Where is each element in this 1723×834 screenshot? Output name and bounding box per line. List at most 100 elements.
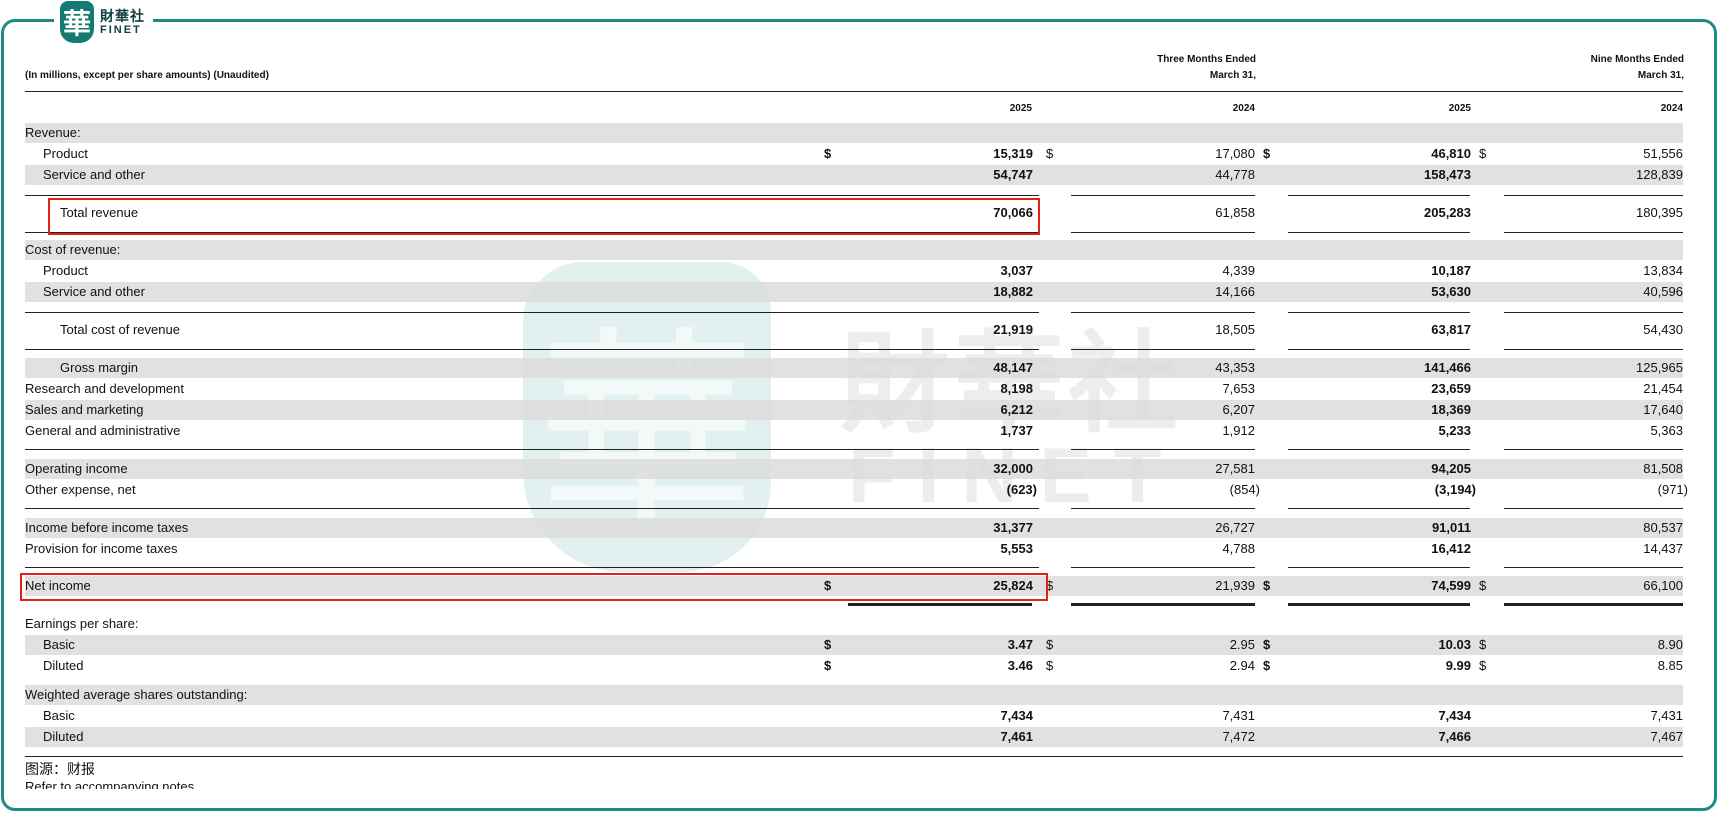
year-col-2: 2024 [1232, 103, 1255, 114]
year-col-1: 2025 [1009, 103, 1032, 114]
value-cell: 141,466 [1424, 360, 1471, 375]
value-cell: 91,011 [1431, 520, 1471, 535]
value-cell: 128,839 [1636, 167, 1683, 182]
nine-months-date: March 31, [1637, 70, 1684, 81]
dollar-sign: $ [824, 658, 832, 673]
nine-months-heading: Nine Months Ended [1590, 54, 1684, 65]
value-cell: 18,882 [993, 284, 1033, 299]
value-cell: 7,653 [1222, 381, 1255, 396]
rule-opex-c3 [1288, 449, 1470, 450]
value-cell: 8,198 [1000, 381, 1033, 396]
year-col-3: 2025 [1448, 103, 1471, 114]
value-cell: 9.99 [1445, 658, 1471, 673]
row-label: General and administrative [25, 423, 181, 438]
table-row: General and administrative 1,737 1,912 5,23… [25, 421, 1683, 441]
value-cell: 27,581 [1215, 461, 1255, 476]
value-cell: 8.90 [1657, 637, 1683, 652]
value-cell: 7,461 [1000, 729, 1033, 744]
rule-total-revenue-top-c2 [1071, 195, 1255, 196]
value-cell: 7,466 [1438, 729, 1471, 744]
dollar-sign: $ [824, 637, 832, 652]
value-cell: 31,377 [993, 520, 1033, 535]
rule-total-revenue-top-c4 [1504, 195, 1683, 196]
value-cell: 63,817 [1431, 322, 1471, 337]
value-cell: 32,000 [993, 461, 1033, 476]
rule-total-revenue-bottom-c2 [1071, 232, 1255, 233]
value-cell: 54,747 [993, 167, 1033, 182]
value-cell: 4,339 [1222, 263, 1255, 278]
rule-cost-bottom-c1 [25, 349, 1039, 350]
value-cell: 40,596 [1643, 284, 1683, 299]
value-cell: 10.03 [1438, 637, 1471, 652]
dollar-sign: $ [1263, 637, 1271, 652]
row-label: Provision for income taxes [25, 541, 178, 556]
row-label: Earnings per share: [25, 616, 139, 631]
value-cell: 5,233 [1438, 423, 1471, 438]
value-cell: 17,640 [1643, 402, 1683, 417]
value-cell: 4,788 [1222, 541, 1255, 556]
value-cell: 15,319 [993, 146, 1033, 161]
value-cell: 5,553 [1000, 541, 1033, 556]
table-row: Cost of revenue: [25, 240, 1683, 260]
rule-cost-top-c2 [1071, 312, 1255, 313]
rule-cost-top-c4 [1504, 312, 1683, 313]
value-cell: 74,599 [1431, 578, 1471, 593]
value-cell: 14,437 [1643, 541, 1683, 556]
rule-tax-c3 [1288, 567, 1470, 568]
row-label: Income before income taxes [25, 520, 189, 535]
three-months-date: March 31, [1209, 70, 1256, 81]
row-label: Weighted average shares outstanding: [25, 687, 248, 702]
value-cell: 8.85 [1657, 658, 1683, 673]
rule-tax-c1 [25, 567, 1039, 568]
value-cell: 66,100 [1643, 578, 1683, 593]
table-row: Basic $3.47 $2.95 $10.03 $8.90 [25, 635, 1683, 655]
table-row: Other expense, net (623) (854) (3,194) (971) [25, 480, 1688, 500]
table-row: Operating income 32,000 27,581 94,205 81,508 [25, 459, 1683, 479]
finet-seal-icon: 華 [60, 1, 94, 43]
value-cell: 7,472 [1222, 729, 1255, 744]
dollar-sign: $ [1263, 578, 1271, 593]
value-cell: 61,858 [1215, 205, 1255, 220]
rule-other-c2 [1071, 508, 1255, 509]
row-label: Basic [43, 708, 75, 723]
rule-opex-c1 [25, 449, 1039, 450]
row-label: Total cost of revenue [60, 322, 180, 337]
value-cell: 7,434 [1438, 708, 1471, 723]
table-row: Income before income taxes 31,377 26,727 91… [25, 518, 1683, 538]
rule-other-c1 [25, 508, 1039, 509]
table-row: Service and other 18,882 14,166 53,630 40,59… [25, 282, 1683, 302]
value-cell: 21,939 [1215, 578, 1255, 593]
rule-tax-c4 [1504, 567, 1683, 568]
value-cell: 21,919 [993, 322, 1033, 337]
value-cell: 3,037 [1000, 263, 1033, 278]
rule-net-income-double-c1 [848, 603, 1032, 606]
rule-table-end [25, 756, 1683, 757]
rule-tax-c2 [1071, 567, 1255, 568]
value-cell: 5,363 [1650, 423, 1683, 438]
rule-opex-c4 [1504, 449, 1683, 450]
value-cell: 2.94 [1229, 658, 1255, 673]
dollar-sign: $ [1263, 146, 1271, 161]
row-label: Diluted [43, 729, 84, 744]
value-cell: 18,369 [1431, 402, 1471, 417]
dollar-sign: $ [1479, 637, 1487, 652]
value-cell: 10,187 [1431, 263, 1471, 278]
table-row: Total cost of revenue 21,919 18,505 63,817 5… [25, 320, 1683, 340]
value-cell: 7,431 [1650, 708, 1683, 723]
dollar-sign: $ [1479, 658, 1487, 673]
row-label: Research and development [25, 381, 184, 396]
value-cell: 94,205 [1431, 461, 1471, 476]
table-row: Gross margin 48,147 43,353 141,466 125,965 [25, 358, 1683, 378]
source-note: 图源：财报 [25, 761, 95, 777]
value-cell: 125,965 [1636, 360, 1683, 375]
value-cell: 21,454 [1643, 381, 1683, 396]
value-cell: (3,194) [1434, 482, 1476, 497]
table-row: Earnings per share: [25, 614, 1683, 634]
rule-total-revenue-top-c1 [25, 195, 1039, 196]
rule-total-revenue-bottom-c3 [1288, 232, 1470, 233]
dollar-sign: $ [1046, 637, 1054, 652]
value-cell: 180,395 [1636, 205, 1683, 220]
highlight-total-revenue [48, 198, 1040, 235]
table-row: Revenue: [25, 123, 1683, 143]
rule-cost-top-c1 [25, 312, 1039, 313]
